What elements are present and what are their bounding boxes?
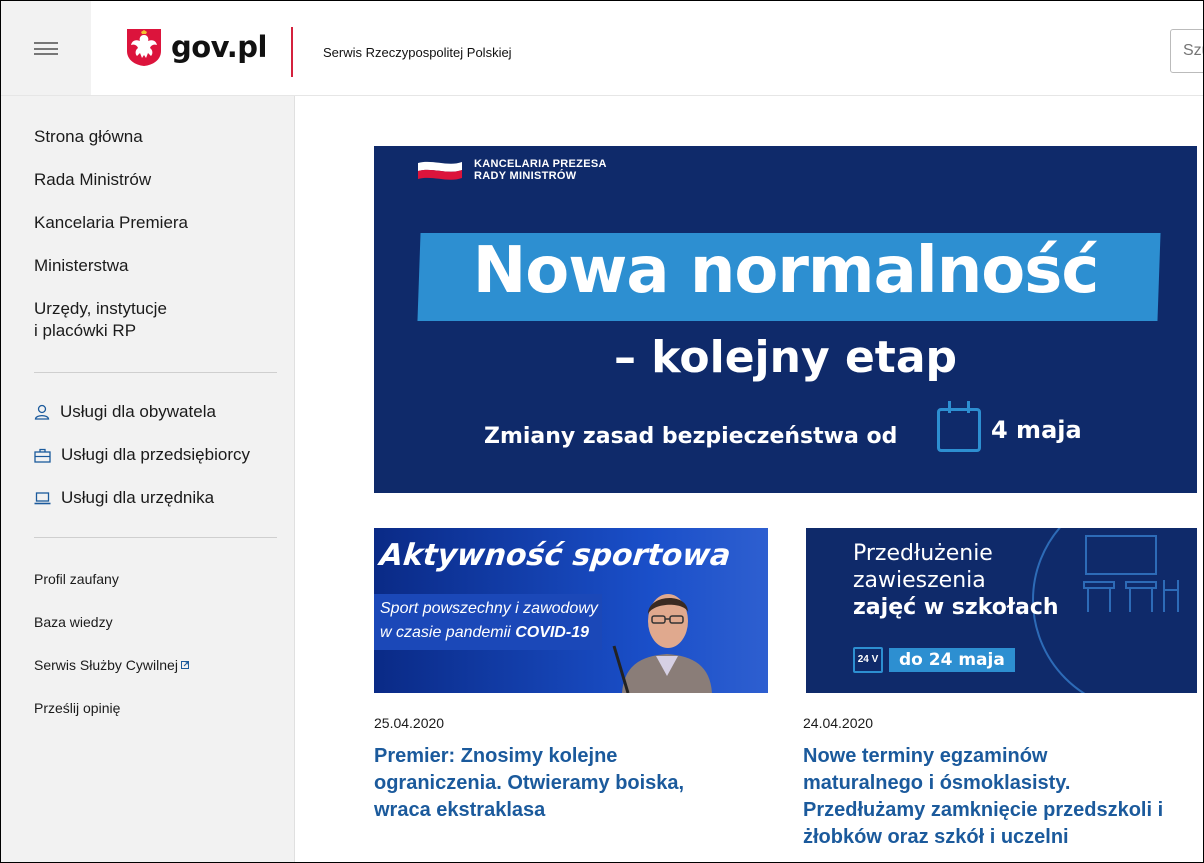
laptop-icon: [34, 492, 51, 505]
image-text: Przedłużenie zawieszenia zajęć w szkołac…: [853, 540, 1059, 621]
hero-org-line: RADY MINISTRÓW: [474, 170, 577, 182]
hero-organization: KANCELARIA PREZESA RADY MINISTRÓW: [474, 158, 607, 182]
sidebar-item-home[interactable]: Strona główna: [34, 126, 143, 148]
menu-toggle-area[interactable]: [1, 1, 91, 95]
image-caption: w czasie pandemii COVID-19: [380, 624, 589, 642]
article-headline-link[interactable]: Nowe terminy egzaminów maturalnego i ósm…: [803, 743, 1163, 851]
headline-line: Przedłużamy zamknięcie przedszkoli i: [803, 799, 1164, 821]
hero-subtitle: – kolejny etap: [613, 332, 958, 383]
site-logo[interactable]: gov.pl: [125, 27, 267, 67]
headline-line: maturalnego i ósmoklasisty.: [803, 772, 1071, 794]
headline-line: ograniczenia. Otwieramy boiska,: [374, 772, 685, 794]
sidebar-divider: [34, 372, 277, 373]
external-link-icon: [180, 661, 189, 669]
headline-line: wraca ekstraklasa: [374, 799, 546, 821]
sidebar-item-official-services[interactable]: Usługi dla urzędnika: [34, 488, 214, 508]
sidebar-link-civil-service[interactable]: Serwis Służby Cywilnej: [34, 657, 189, 673]
sidebar-item-ministries[interactable]: Ministerstwa: [34, 255, 128, 277]
prime-minister-photo: [612, 594, 712, 693]
browser-viewport: gov.pl Serwis Rzeczypospolitej Polskiej …: [0, 0, 1204, 863]
sidebar-item-label: i placówki RP: [34, 321, 137, 340]
image-date: 24 V do 24 maja: [853, 647, 1015, 673]
article-image-schools[interactable]: Przedłużenie zawieszenia zajęć w szkołac…: [806, 528, 1197, 693]
sidebar-item-citizen-services[interactable]: Usługi dla obywatela: [34, 402, 216, 422]
image-text-line: Przedłużenie: [853, 541, 993, 566]
sidebar-link-label: Serwis Służby Cywilnej: [34, 657, 178, 673]
headline-line: Nowe terminy egzaminów: [803, 745, 1048, 767]
calendar-icon: 24 V: [853, 647, 883, 673]
briefcase-icon: [34, 448, 51, 463]
hero-org-line: KANCELARIA PREZESA: [474, 158, 607, 170]
image-text-line: zawieszenia: [853, 568, 986, 593]
article-date: 25.04.2020: [374, 715, 445, 731]
article-date: 24.04.2020: [803, 715, 874, 731]
hero-note: Zmiany zasad bezpieczeństwa od: [484, 424, 898, 449]
hamburger-menu-icon[interactable]: [34, 42, 58, 55]
image-caption-bold: COVID-19: [515, 624, 589, 641]
hero-title: Nowa normalność: [472, 234, 1100, 308]
sidebar-link-send-feedback[interactable]: Prześlij opinię: [34, 700, 120, 716]
hero-banner[interactable]: KANCELARIA PREZESA RADY MINISTRÓW Nowa n…: [374, 146, 1197, 493]
sidebar-item-offices-institutions[interactable]: Urzędy, instytucje i placówki RP: [34, 298, 167, 342]
person-icon: [34, 404, 50, 420]
article-image-sport[interactable]: Aktywność sportowa Sport powszechny i za…: [374, 528, 768, 693]
sidebar-link-trusted-profile[interactable]: Profil zaufany: [34, 571, 119, 587]
site-tagline: Serwis Rzeczypospolitej Polskiej: [323, 45, 512, 60]
polish-eagle-emblem-icon: [127, 29, 161, 66]
polish-flag-icon: [418, 161, 462, 180]
site-header: gov.pl Serwis Rzeczypospolitej Polskiej: [1, 1, 1203, 96]
header-divider: [291, 27, 293, 77]
date-pill: do 24 maja: [889, 648, 1015, 672]
headline-line: żłobków oraz szkół i uczelni: [803, 826, 1069, 848]
classroom-illustration: [1083, 535, 1179, 612]
sidebar-item-prime-minister-chancellery[interactable]: Kancelaria Premiera: [34, 212, 188, 234]
hero-date: 4 maja: [937, 401, 1082, 458]
search-input[interactable]: [1170, 29, 1203, 73]
sidebar: Strona główna Rada Ministrów Kancelaria …: [1, 96, 295, 862]
sidebar-item-label: Usługi dla urzędnika: [61, 488, 215, 507]
sidebar-item-council-of-ministers[interactable]: Rada Ministrów: [34, 169, 151, 191]
hero-date-text: 4 maja: [991, 416, 1082, 444]
sidebar-item-business-services[interactable]: Usługi dla przedsiębiorcy: [34, 445, 250, 465]
calendar-icon: [937, 401, 981, 452]
logo-text: gov.pl: [171, 30, 267, 64]
sidebar-item-label: Usługi dla przedsiębiorcy: [61, 445, 250, 464]
image-text-line: zajęć w szkołach: [853, 595, 1059, 620]
sidebar-link-knowledge-base[interactable]: Baza wiedzy: [34, 614, 113, 630]
sidebar-divider: [34, 537, 277, 538]
headline-line: Premier: Znosimy kolejne: [374, 745, 618, 767]
sidebar-item-label: Urzędy, instytucje: [34, 299, 167, 318]
image-caption-text: w czasie pandemii: [380, 624, 511, 641]
article-headline-link[interactable]: Premier: Znosimy kolejne ograniczenia. O…: [374, 743, 684, 824]
sidebar-item-label: Usługi dla obywatela: [60, 402, 216, 421]
image-caption: Sport powszechny i zawodowy: [380, 600, 598, 617]
image-title: Aktywność sportowa: [378, 538, 733, 573]
